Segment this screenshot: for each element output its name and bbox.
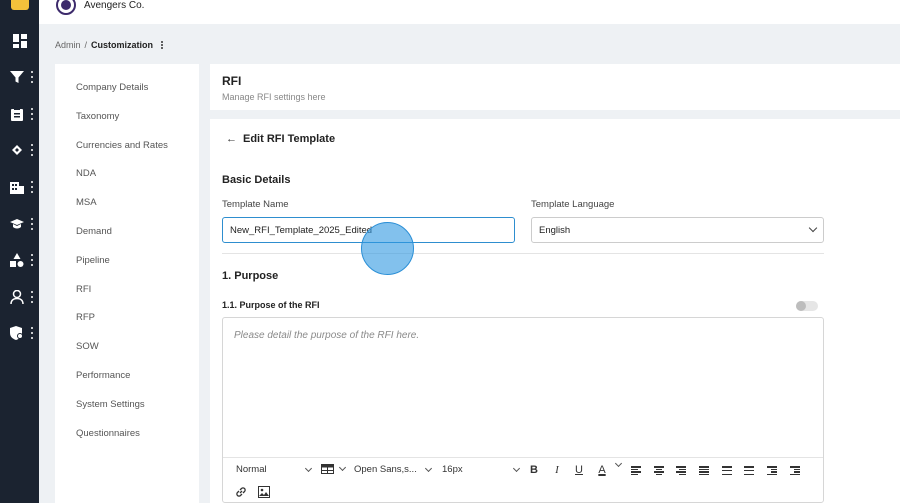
building-icon[interactable] — [0, 176, 39, 198]
link-icon[interactable] — [235, 486, 247, 498]
page-subtitle: Manage RFI settings here — [222, 92, 326, 102]
graduation-cap-menu-icon[interactable] — [31, 218, 34, 230]
chevron-down-icon — [304, 464, 313, 472]
handshake-icon[interactable] — [0, 139, 39, 161]
building-menu-icon[interactable] — [31, 181, 34, 193]
sidenav-item-demand[interactable]: Demand — [76, 226, 112, 237]
font-size-value: 16px — [442, 464, 463, 475]
indent-icon[interactable] — [767, 466, 777, 475]
user-menu-icon[interactable] — [31, 291, 34, 303]
chevron-down-icon — [808, 223, 818, 233]
chevron-down-icon — [424, 464, 433, 472]
sidenav-item-questionnaires[interactable]: Questionnaires — [76, 428, 140, 439]
sidenav-item-nda[interactable]: NDA — [76, 168, 96, 179]
align-center-icon[interactable] — [654, 466, 664, 475]
sidenav-item-company-details[interactable]: Company Details — [76, 82, 148, 93]
font-family-dropdown[interactable]: Open Sans,s... — [354, 464, 434, 475]
sidenav-item-currencies[interactable]: Currencies and Rates — [76, 140, 168, 151]
breadcrumb-root[interactable]: Admin — [55, 40, 81, 50]
editor-toolbar: Normal Open Sans,s... 16px B I U A — [223, 457, 823, 483]
text-color-chevron[interactable] — [610, 459, 623, 468]
basic-details-heading: Basic Details — [222, 174, 291, 186]
sidenav-item-taxonomy[interactable]: Taxonomy — [76, 111, 119, 122]
numbered-list-icon[interactable] — [744, 466, 754, 475]
outdent-icon[interactable] — [790, 466, 800, 475]
bullet-list-icon[interactable] — [722, 466, 732, 475]
image-icon[interactable] — [258, 486, 270, 498]
app-logo-icon[interactable] — [11, 0, 29, 10]
user-icon[interactable] — [0, 286, 39, 308]
paragraph-style-value: Normal — [236, 464, 267, 475]
filter-icon[interactable] — [0, 66, 39, 88]
align-right-icon[interactable] — [676, 466, 686, 475]
purpose-heading: 1. Purpose — [222, 270, 279, 282]
page-title: RFI — [222, 74, 242, 88]
chevron-down-icon — [512, 464, 521, 472]
paragraph-style-dropdown[interactable]: Normal — [236, 464, 314, 475]
filter-menu-icon[interactable] — [31, 71, 34, 83]
sidenav-item-rfi[interactable]: RFI — [76, 284, 91, 295]
italic-button[interactable]: I — [551, 464, 563, 476]
divider — [222, 253, 824, 254]
template-language-label: Template Language — [531, 199, 615, 210]
font-family-value: Open Sans,s... — [354, 464, 417, 475]
font-size-dropdown[interactable]: 16px — [442, 464, 522, 475]
handshake-menu-icon[interactable] — [31, 144, 34, 156]
breadcrumb: Admin / Customization — [55, 40, 164, 50]
sidenav-item-msa[interactable]: MSA — [76, 197, 97, 208]
company-name: Avengers Co. — [84, 0, 145, 11]
bold-button[interactable]: B — [528, 464, 540, 476]
text-color-button[interactable]: A — [596, 464, 608, 476]
chevron-down-icon — [614, 459, 623, 468]
top-bar: Avengers Co. — [39, 0, 900, 24]
shapes-icon[interactable] — [0, 249, 39, 271]
cursor-highlight — [361, 222, 414, 275]
edit-template-title: Edit RFI Template — [243, 133, 336, 145]
align-justify-icon[interactable] — [699, 466, 709, 475]
edit-template-card: ← Edit RFI Template Basic Details Templa… — [210, 119, 900, 503]
company-logo-icon — [56, 0, 76, 15]
purpose-rich-text-editor[interactable]: Please detail the purpose of the RFI her… — [222, 317, 824, 503]
shield-gear-menu-icon[interactable] — [31, 327, 34, 339]
editor-placeholder: Please detail the purpose of the RFI her… — [234, 330, 420, 341]
table-dropdown[interactable] — [321, 463, 347, 474]
settings-sidenav: Company Details Taxonomy Currencies and … — [55, 64, 199, 503]
dashboard-icon[interactable] — [0, 30, 39, 52]
sidenav-item-rfp[interactable]: RFP — [76, 312, 95, 323]
purpose-subheading: 1.1. Purpose of the RFI — [222, 300, 320, 310]
sidenav-item-system-settings[interactable]: System Settings — [76, 399, 145, 410]
sidenav-item-pipeline[interactable]: Pipeline — [76, 255, 110, 266]
template-language-value: English — [539, 224, 571, 236]
sidenav-item-sow[interactable]: SOW — [76, 341, 99, 352]
sidenav-item-performance[interactable]: Performance — [76, 370, 130, 381]
toggle-knob — [796, 301, 806, 311]
breadcrumb-current: Customization — [91, 40, 154, 50]
purpose-toggle[interactable] — [796, 301, 818, 311]
page-header: RFI Manage RFI settings here — [210, 64, 900, 110]
clipboard-icon[interactable] — [0, 103, 39, 125]
align-left-icon[interactable] — [631, 466, 641, 475]
breadcrumb-more-icon[interactable] — [161, 41, 164, 49]
back-arrow-icon[interactable]: ← — [226, 133, 237, 145]
graduation-cap-icon[interactable] — [0, 213, 39, 235]
chevron-down-icon — [338, 463, 347, 472]
left-rail — [0, 0, 39, 503]
shield-gear-icon[interactable] — [0, 322, 39, 344]
breadcrumb-separator: / — [84, 40, 88, 50]
underline-button[interactable]: U — [573, 464, 585, 476]
template-name-label: Template Name — [222, 199, 289, 210]
shapes-menu-icon[interactable] — [31, 254, 34, 266]
clipboard-menu-icon[interactable] — [31, 108, 34, 120]
table-icon — [321, 464, 334, 474]
template-language-select[interactable]: English — [531, 217, 824, 243]
